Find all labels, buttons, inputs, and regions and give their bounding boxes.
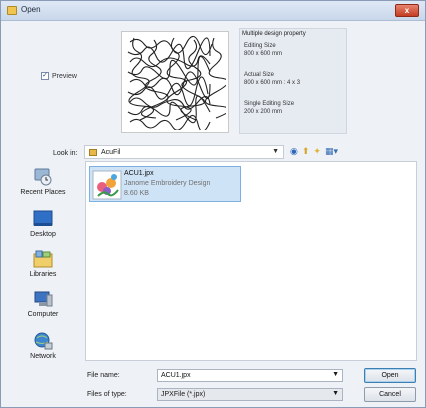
chevron-down-icon: ▼ xyxy=(332,390,339,397)
view-menu-icon[interactable]: ▦▾ xyxy=(325,146,338,157)
file-name-input[interactable] xyxy=(158,370,328,381)
file-name-label: File name: xyxy=(87,372,120,379)
look-in-value: AcuFil xyxy=(101,149,121,156)
back-icon[interactable]: ◉ xyxy=(290,146,298,157)
editing-size-label: Editing Size xyxy=(244,43,276,49)
place-label: Libraries xyxy=(29,271,57,278)
up-folder-icon[interactable]: ⬆ xyxy=(302,146,310,157)
editing-size: Editing Size 800 x 600 mm xyxy=(244,42,282,58)
desktop-icon xyxy=(33,210,53,226)
folder-icon xyxy=(89,149,97,156)
place-recent-places[interactable]: Recent Places xyxy=(5,167,81,196)
file-type: Janome Embroidery Design xyxy=(124,180,211,187)
single-editing-size: Single Editing Size 200 x 200 mm xyxy=(244,100,294,116)
look-in-label: Look in: xyxy=(53,150,78,157)
actual-size-value: 800 x 600 mm : 4 x 3 xyxy=(244,80,301,86)
place-desktop[interactable]: Desktop xyxy=(5,209,81,238)
file-name: ACU1.jpx xyxy=(124,170,154,177)
window-title: Open xyxy=(21,5,41,14)
place-label: Desktop xyxy=(30,231,56,238)
app-icon xyxy=(7,6,17,15)
design-preview xyxy=(121,31,229,133)
places-bar: Recent Places Desktop Libraries Computer… xyxy=(5,161,81,371)
place-computer[interactable]: Computer xyxy=(5,289,81,318)
preview-checkbox[interactable]: ✓ xyxy=(41,72,49,80)
actual-size: Actual Size 800 x 600 mm : 4 x 3 xyxy=(244,71,300,87)
preview-label: Preview xyxy=(52,72,77,80)
single-editing-value: 200 x 200 mm xyxy=(244,109,283,115)
file-type-select[interactable]: JPXFile (*.jpx) ▼ xyxy=(157,388,343,401)
embroidery-file-icon xyxy=(92,170,122,200)
place-libraries[interactable]: Libraries xyxy=(5,249,81,278)
place-network[interactable]: Network xyxy=(5,331,81,360)
single-editing-label: Single Editing Size xyxy=(244,101,295,107)
file-name-field[interactable]: ▼ xyxy=(157,369,343,382)
preview-panel: Multiple design property Editing Size 80… xyxy=(111,28,347,136)
quilting-pattern-preview xyxy=(127,35,226,130)
place-label: Network xyxy=(30,353,56,360)
close-button[interactable]: x xyxy=(395,4,419,17)
preview-toggle[interactable]: ✓ Preview xyxy=(41,72,77,80)
place-label: Recent Places xyxy=(20,189,66,196)
computer-icon xyxy=(34,291,53,307)
file-type-label: Files of type: xyxy=(87,391,127,398)
place-label: Computer xyxy=(27,311,59,318)
network-icon xyxy=(34,332,53,350)
editing-size-value: 800 x 600 mm xyxy=(244,51,283,57)
title-bar: Open x xyxy=(1,1,425,21)
design-property-box: Multiple design property Editing Size 80… xyxy=(239,28,347,134)
open-button[interactable]: Open xyxy=(364,368,416,383)
file-type-value: JPXFile (*.jpx) xyxy=(161,391,206,398)
chevron-down-icon[interactable]: ▼ xyxy=(332,371,339,378)
libraries-icon xyxy=(33,250,53,268)
property-title: Multiple design property xyxy=(242,31,306,37)
navigation-toolbar: ◉ ⬆ ✦ ▦▾ xyxy=(290,146,338,157)
chevron-down-icon: ▼ xyxy=(272,148,279,155)
file-size: 8.60 KB xyxy=(124,190,149,197)
file-item-selected[interactable]: ACU1.jpx Janome Embroidery Design 8.60 K… xyxy=(89,166,241,202)
recent-places-icon xyxy=(34,168,52,186)
actual-size-label: Actual Size xyxy=(244,72,275,78)
new-folder-icon[interactable]: ✦ xyxy=(313,146,321,157)
cancel-button[interactable]: Cancel xyxy=(364,387,416,402)
open-dialog: Open x ✓ Preview Multiple design propert… xyxy=(0,0,426,408)
file-list[interactable]: ACU1.jpx Janome Embroidery Design 8.60 K… xyxy=(85,161,417,361)
look-in-dropdown[interactable]: AcuFil ▼ xyxy=(84,145,284,159)
